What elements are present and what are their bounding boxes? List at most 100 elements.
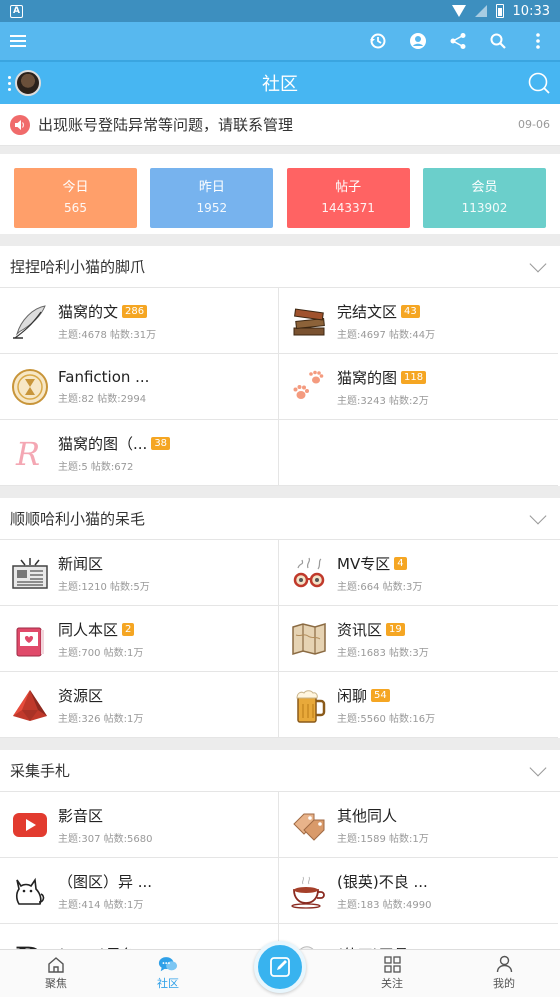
stat-value: 1952 xyxy=(196,201,228,215)
play-icon xyxy=(10,805,50,845)
forum-meta: 主题:700 帖数:1万 xyxy=(58,647,144,659)
stat-label: 会员 xyxy=(471,180,498,195)
forum-item[interactable]: 闲聊 54 主题:5560 帖数:16万 xyxy=(279,672,558,738)
search-icon[interactable] xyxy=(488,31,508,51)
forum-meta: 主题:1683 帖数:3万 xyxy=(337,647,429,659)
forum-name: 新闻区 xyxy=(58,554,104,573)
forum-item[interactable]: 新闻区 主题:1210 帖数:5万 xyxy=(0,540,279,606)
compose-button[interactable] xyxy=(254,941,306,993)
forum-section: 顺顺哈利小猫的呆毛 新闻区 主题:1210 帖数:5万 MV专区 4 主题:664… xyxy=(0,498,560,738)
forum-name: 猫窝的图（... xyxy=(58,434,148,453)
forum-meta: 主题:1589 帖数:1万 xyxy=(337,833,429,845)
status-time: 10:33 xyxy=(512,3,550,19)
stat-members[interactable]: 会员 113902 xyxy=(422,168,546,228)
forum-section: 捏捏哈利小猫的脚爪 猫窝的文 286 主题:4678 帖数:31万 完结文区 43 … xyxy=(0,246,560,486)
grid-icon xyxy=(382,955,402,973)
forum-item[interactable]: 猫窝的文 286 主题:4678 帖数:31万 xyxy=(0,288,279,354)
forum-item[interactable]: (银英)不良 ... 主题:183 帖数:4990 xyxy=(279,858,558,924)
forum-item[interactable]: 影音区 主题:307 帖数:5680 xyxy=(0,792,279,858)
nav-community[interactable]: 社区 xyxy=(123,949,213,997)
chevron-down-icon[interactable] xyxy=(529,255,547,272)
chevron-down-icon[interactable] xyxy=(529,759,547,776)
forum-name: 影音区 xyxy=(58,806,104,825)
stat-label: 今日 xyxy=(62,180,89,195)
forum-item[interactable]: MV专区 4 主题:664 帖数:3万 xyxy=(279,540,558,606)
more-vert-icon[interactable] xyxy=(528,31,548,51)
section-header[interactable]: 采集手札 xyxy=(0,750,560,792)
announcement-time: 09-06 xyxy=(518,118,550,131)
menu-icon[interactable] xyxy=(8,31,28,51)
forum-name: 同人本区 xyxy=(58,620,119,639)
forum-item[interactable]: R 猫窝的图（... 38 主题:5 帖数:672 xyxy=(0,420,279,486)
section-title: 采集手札 xyxy=(10,762,71,780)
forum-meta: 主题:82 帖数:2994 xyxy=(58,394,147,405)
newspaper-icon xyxy=(10,553,50,593)
nav-label: 我的 xyxy=(493,977,515,990)
new-count-badge: 43 xyxy=(401,304,420,318)
forum-item[interactable]: 猫窝的图 118 主题:3243 帖数:2万 xyxy=(279,354,558,420)
teacup-icon xyxy=(289,871,329,911)
page-title: 社区 xyxy=(262,74,298,95)
forum-item[interactable]: 资讯区 19 主题:1683 帖数:3万 xyxy=(279,606,558,672)
beer-icon xyxy=(289,685,329,725)
status-bar: A 10:33 xyxy=(0,0,560,22)
chevron-down-icon[interactable] xyxy=(529,507,547,524)
page-header: 社区 xyxy=(0,60,560,104)
glasses-icon xyxy=(289,553,329,593)
stat-label: 昨日 xyxy=(198,180,225,195)
letter-r-icon: R xyxy=(10,433,50,473)
nav-following[interactable]: 关注 xyxy=(347,949,437,997)
forum-name: 其他同人 xyxy=(337,806,398,825)
forum-meta: 主题:664 帖数:3万 xyxy=(337,581,423,593)
speaker-icon xyxy=(10,114,30,135)
forum-name: 猫窝的图 xyxy=(337,368,398,387)
section-header[interactable]: 捏捏哈利小猫的脚爪 xyxy=(0,246,560,288)
stat-yesterday[interactable]: 昨日 1952 xyxy=(150,168,274,228)
books-icon xyxy=(289,301,329,341)
battery-icon xyxy=(495,4,504,18)
crystal-icon xyxy=(10,685,50,725)
wifi-icon xyxy=(451,5,466,17)
forum-item[interactable]: 其他同人 主题:1589 帖数:1万 xyxy=(279,792,558,858)
paw-icon xyxy=(289,367,329,407)
new-count-badge: 2 xyxy=(122,622,135,636)
forum-item[interactable]: Fanfiction ... 主题:82 帖数:2994 xyxy=(0,354,279,420)
stat-today[interactable]: 今日 565 xyxy=(14,168,137,228)
new-count-badge: 38 xyxy=(151,436,171,450)
forum-name: 猫窝的文 xyxy=(58,302,119,321)
history-icon[interactable] xyxy=(368,31,388,51)
forum-item[interactable]: 完结文区 43 主题:4697 帖数:44万 xyxy=(279,288,558,354)
forum-name: 完结文区 xyxy=(337,302,398,321)
empty-cell xyxy=(279,420,558,486)
search-icon[interactable] xyxy=(526,70,552,96)
new-count-badge: 4 xyxy=(394,556,407,570)
forum-meta: 主题:307 帖数:5680 xyxy=(58,833,153,845)
stat-value: 1443371 xyxy=(321,201,375,215)
forum-name: （图区）异 ... xyxy=(58,872,153,891)
announcement-bar[interactable]: 出现账号登陆异常等问题，请联系管理 09-06 xyxy=(0,104,560,146)
top-toolbar xyxy=(0,22,560,60)
new-count-badge: 286 xyxy=(122,304,148,318)
nav-label: 社区 xyxy=(157,977,179,990)
nav-me[interactable]: 我的 xyxy=(459,949,549,997)
forum-item[interactable]: 资源区 主题:326 帖数:1万 xyxy=(0,672,279,738)
account-icon[interactable] xyxy=(408,31,428,51)
nav-focus[interactable]: 聚焦 xyxy=(11,949,101,997)
share-icon[interactable] xyxy=(448,31,468,51)
announcement-text: 出现账号登陆异常等问题，请联系管理 xyxy=(38,116,294,134)
forum-meta: 主题:414 帖数:1万 xyxy=(58,899,144,911)
section-header[interactable]: 顺顺哈利小猫的呆毛 xyxy=(0,498,560,540)
forum-item[interactable]: （图区）异 ... 主题:414 帖数:1万 xyxy=(0,858,279,924)
drawer-dots-icon[interactable] xyxy=(8,75,11,91)
stat-value: 565 xyxy=(64,201,87,215)
avatar[interactable] xyxy=(15,70,41,96)
forum-name: Fanfiction ... xyxy=(58,368,150,386)
forum-meta: 主题:4697 帖数:44万 xyxy=(337,329,436,341)
nav-label: 聚焦 xyxy=(45,977,67,990)
hourglass-icon xyxy=(10,367,50,407)
cat-icon xyxy=(10,871,50,911)
svg-text:R: R xyxy=(15,435,40,472)
compose-icon xyxy=(268,955,292,979)
stat-posts[interactable]: 帖子 1443371 xyxy=(286,168,410,228)
forum-item[interactable]: 同人本区 2 主题:700 帖数:1万 xyxy=(0,606,279,672)
